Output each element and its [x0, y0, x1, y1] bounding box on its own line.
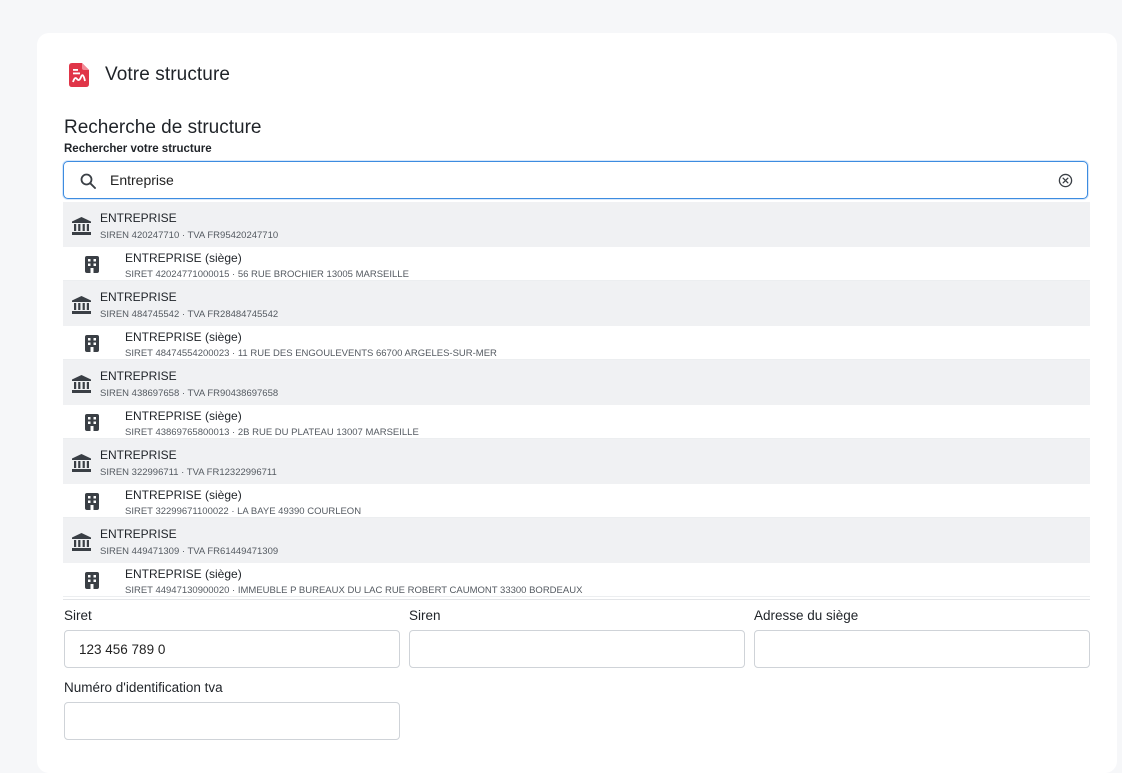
- company-meta: SIREN 322996711 · TVA FR12322996711: [100, 467, 277, 478]
- siret-field-box: [64, 630, 400, 668]
- siren-field-box: [409, 630, 745, 668]
- search-input[interactable]: [110, 169, 1010, 191]
- institution-icon: [72, 375, 91, 393]
- institution-icon: [72, 296, 91, 314]
- siret-label: Siret: [64, 608, 92, 623]
- institution-icon: [72, 217, 91, 235]
- institution-icon: [72, 533, 91, 551]
- company-meta: SIREN 438697658 · TVA FR90438697658: [100, 388, 279, 399]
- company-name: ENTREPRISE: [100, 527, 177, 541]
- building-icon: [85, 256, 99, 273]
- establishment-meta: SIRET 32299671100022 · LA BAYE 49390 COU…: [125, 506, 362, 517]
- company-name: ENTREPRISE: [100, 448, 177, 462]
- siret-input[interactable]: [65, 631, 399, 667]
- result-company-row[interactable]: ENTREPRISE SIREN 420247710 · TVA FR95420…: [63, 202, 1090, 247]
- card-header: Votre structure: [69, 63, 230, 87]
- tva-label: Numéro d'identification tva: [64, 680, 223, 695]
- establishment-meta: SIRET 42024771000015 · 56 RUE BROCHIER 1…: [125, 269, 409, 280]
- establishment-name: ENTREPRISE (siège): [125, 488, 242, 502]
- search-icon: [80, 173, 96, 189]
- result-company-row[interactable]: ENTREPRISE SIREN 449471309 · TVA FR61449…: [63, 518, 1090, 563]
- establishment-name: ENTREPRISE (siège): [125, 251, 242, 265]
- institution-icon: [72, 454, 91, 472]
- result-company-row[interactable]: ENTREPRISE SIREN 322996711 · TVA FR12322…: [63, 439, 1090, 484]
- establishment-meta: SIRET 48474554200023 · 11 RUE DES ENGOUL…: [125, 348, 497, 359]
- building-icon: [85, 572, 99, 589]
- search-results-list: ENTREPRISE SIREN 420247710 · TVA FR95420…: [63, 202, 1090, 600]
- tva-input[interactable]: [65, 703, 399, 739]
- establishment-name: ENTREPRISE (siège): [125, 567, 242, 581]
- section-title: Recherche de structure: [64, 117, 262, 138]
- structure-card: Votre structure Recherche de structure R…: [37, 33, 1117, 773]
- company-name: ENTREPRISE: [100, 290, 177, 304]
- company-meta: SIREN 449471309 · TVA FR61449471309: [100, 546, 279, 557]
- address-field-box: [754, 630, 1090, 668]
- result-establishment-row[interactable]: ENTREPRISE (siège) SIRET 42024771000015 …: [63, 247, 1090, 281]
- result-establishment-row[interactable]: ENTREPRISE (siège) SIRET 43869765800013 …: [63, 405, 1090, 439]
- establishment-meta: SIRET 43869765800013 · 2B RUE DU PLATEAU…: [125, 427, 419, 438]
- building-icon: [85, 414, 99, 431]
- result-establishment-row[interactable]: ENTREPRISE (siège) SIRET 48474554200023 …: [63, 326, 1090, 360]
- search-box[interactable]: [63, 161, 1088, 199]
- company-meta: SIREN 420247710 · TVA FR95420247710: [100, 230, 279, 241]
- result-establishment-row[interactable]: ENTREPRISE (siège) SIRET 32299671100022 …: [63, 484, 1090, 518]
- tva-field-box: [64, 702, 400, 740]
- building-icon: [85, 335, 99, 352]
- page-title: Votre structure: [105, 64, 231, 85]
- establishment-name: ENTREPRISE (siège): [125, 330, 242, 344]
- address-input[interactable]: [755, 631, 1089, 667]
- company-name: ENTREPRISE: [100, 211, 177, 225]
- establishment-name: ENTREPRISE (siège): [125, 409, 242, 423]
- result-company-row[interactable]: ENTREPRISE SIREN 438697658 · TVA FR90438…: [63, 360, 1090, 405]
- establishment-meta: SIRET 44947130900020 · IMMEUBLE P BUREAU…: [125, 585, 583, 596]
- result-establishment-row[interactable]: ENTREPRISE (siège) SIRET 44947130900020 …: [63, 563, 1090, 597]
- siren-label: Siren: [409, 608, 441, 623]
- siren-input[interactable]: [410, 631, 744, 667]
- clear-icon[interactable]: [1058, 173, 1073, 188]
- search-label: Rechercher votre structure: [64, 143, 212, 155]
- company-meta: SIREN 484745542 · TVA FR28484745542: [100, 309, 279, 320]
- company-name: ENTREPRISE: [100, 369, 177, 383]
- address-label: Adresse du siège: [754, 608, 859, 623]
- pdf-document-icon: [69, 63, 89, 87]
- building-icon: [85, 493, 99, 510]
- result-company-row[interactable]: ENTREPRISE SIREN 484745542 · TVA FR28484…: [63, 281, 1090, 326]
